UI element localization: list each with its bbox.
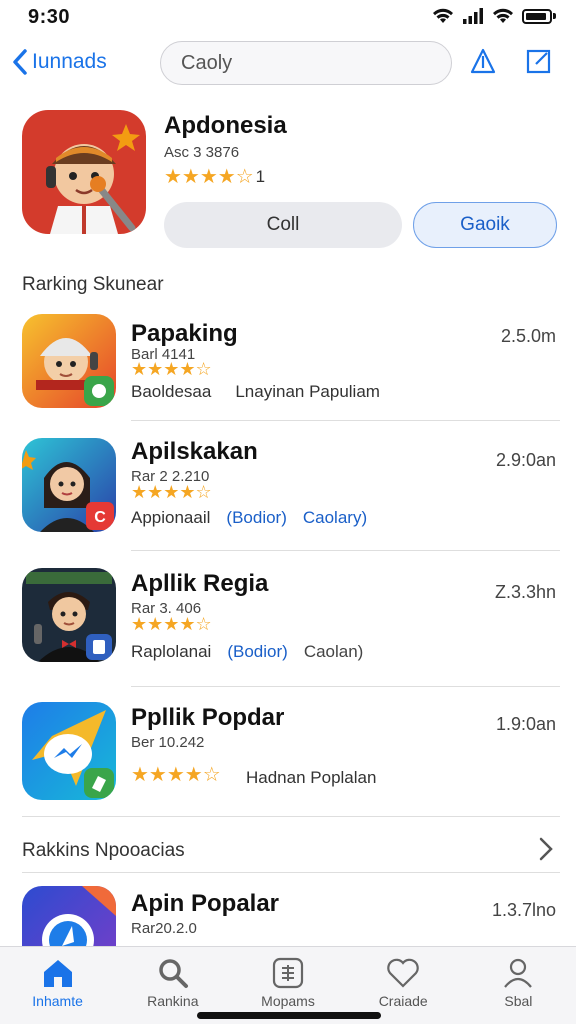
svg-text:C: C bbox=[94, 509, 106, 526]
see-all-button[interactable] bbox=[538, 836, 554, 867]
featured-app-icon[interactable] bbox=[22, 110, 146, 234]
rating-stars: ★★★★☆ bbox=[164, 166, 254, 188]
tab-home[interactable]: Inhamte bbox=[0, 947, 115, 1024]
tab-label: Inhamte bbox=[32, 993, 83, 1009]
divider bbox=[131, 420, 560, 421]
featured-secondary-button[interactable]: Coll bbox=[164, 202, 402, 248]
app-tag: Hadnan Poplalan bbox=[246, 768, 377, 787]
tab-label: Rankina bbox=[147, 993, 199, 1009]
list-item[interactable]: Apllik Regia Rar 3. 406 ★★★★☆ Raplolanai… bbox=[0, 568, 576, 680]
app-rating-stars: ★★★★☆ bbox=[131, 359, 212, 379]
app-tag: Appionaail bbox=[131, 508, 211, 527]
search-icon bbox=[159, 959, 188, 988]
cartoon-character-icon bbox=[22, 110, 146, 234]
divider bbox=[131, 686, 560, 687]
tab-label: Craiade bbox=[378, 993, 428, 1009]
app-rating-stars: ★★★★☆ bbox=[131, 764, 221, 786]
search-input[interactable] bbox=[181, 51, 446, 75]
section-title-ranking: Rarking Skunear bbox=[22, 274, 164, 295]
app-size: 1.3.7lno bbox=[491, 900, 556, 920]
featured-subtitle: Asc 3 3876 bbox=[164, 144, 240, 161]
chevron-left-icon bbox=[13, 49, 27, 75]
status-icons bbox=[432, 8, 556, 24]
messenger-bubble-icon bbox=[22, 702, 116, 800]
app-title: Apin Popalar bbox=[131, 890, 280, 917]
upload-icon bbox=[470, 48, 496, 74]
status-time: 9:30 bbox=[28, 6, 71, 28]
wifi-icon-secondary bbox=[493, 8, 513, 23]
featured-rating: ★★★★☆ 1 bbox=[164, 164, 265, 189]
app-tag-link[interactable]: Caolan) bbox=[304, 642, 364, 662]
app-title: Ppllik Popdar bbox=[131, 704, 285, 731]
battery-nub bbox=[553, 13, 556, 19]
app-tag-link[interactable]: (Bodior) bbox=[227, 642, 287, 662]
app-code: Rar20.2.0 bbox=[131, 920, 197, 937]
app-title: Apllik Regia bbox=[131, 570, 269, 597]
back-button[interactable]: Iunnads bbox=[10, 48, 107, 76]
app-tag: Lnayinan Papuliam bbox=[235, 382, 380, 401]
app-title: Papaking bbox=[131, 320, 238, 347]
chef-character-icon bbox=[22, 314, 116, 408]
app-size: Z.3.3hn bbox=[494, 582, 556, 602]
list-item[interactable]: Papaking Barl 4141 ★★★★☆ Baoldesaa Lnayi… bbox=[0, 312, 576, 420]
calculator-icon bbox=[272, 957, 304, 989]
app-icon bbox=[22, 886, 116, 946]
battery-icon bbox=[522, 8, 552, 24]
compass-app-icon bbox=[22, 886, 116, 946]
app-tags: Baoldesaa Lnayinan Papuliam bbox=[131, 382, 380, 402]
boy-character-icon bbox=[22, 568, 116, 662]
wifi-icon bbox=[433, 8, 453, 23]
list-item[interactable]: C Apilskakan Rar 2 2.210 ★★★★☆ Appionaai… bbox=[0, 436, 576, 548]
rating-suffix: 1 bbox=[255, 166, 266, 186]
cellular-signal-icon bbox=[463, 8, 483, 24]
app-size: 2.9:0an bbox=[495, 450, 556, 470]
app-tag-link[interactable]: Caolary) bbox=[303, 508, 367, 528]
chevron-right-icon bbox=[539, 837, 553, 861]
section-title-recommendations: Rakkins Npooacias bbox=[22, 840, 185, 861]
compose-icon bbox=[526, 49, 551, 74]
tab-label: Sbal bbox=[504, 993, 533, 1009]
girl-character-icon: C bbox=[22, 438, 116, 532]
app-tag: Baoldesaa bbox=[131, 382, 212, 401]
heart-icon bbox=[387, 958, 419, 988]
divider bbox=[131, 550, 560, 551]
app-icon bbox=[22, 702, 116, 800]
featured-primary-button[interactable]: Gaoik bbox=[413, 202, 557, 248]
search-box[interactable] bbox=[160, 41, 452, 85]
app-size: 1.9:0an bbox=[495, 714, 556, 734]
tab-label: Mopams bbox=[261, 993, 315, 1009]
divider bbox=[22, 816, 560, 817]
app-size: 2.5.0m bbox=[500, 326, 556, 346]
person-icon bbox=[504, 958, 533, 988]
divider bbox=[22, 872, 560, 873]
app-tag-link[interactable]: (Bodior) bbox=[226, 508, 286, 528]
tab-profile[interactable]: Sbal bbox=[461, 947, 576, 1024]
app-icon bbox=[22, 314, 116, 408]
app-icon: C bbox=[22, 438, 116, 532]
upload-button[interactable] bbox=[466, 44, 500, 78]
app-title: Apilskakan bbox=[131, 438, 258, 465]
status-bar: 9:30 bbox=[0, 0, 576, 34]
list-item[interactable]: Apin Popalar Rar20.2.0 1.3.7lno bbox=[0, 886, 576, 946]
app-tag: Raplolanai bbox=[131, 642, 212, 661]
app-tags: Appionaail (Bodior) Caolary) bbox=[131, 508, 367, 528]
app-tags: Hadnan Poplalan bbox=[246, 768, 376, 788]
app-icon bbox=[22, 568, 116, 662]
app-rating-stars: ★★★★☆ bbox=[131, 482, 212, 502]
app-tags: Raplolanai (Bodior) Caolan) bbox=[131, 642, 363, 662]
home-indicator bbox=[197, 1012, 381, 1019]
home-icon bbox=[43, 960, 72, 987]
list-item[interactable]: Ppllik Popdar Ber 10.242 ★★★★☆ Hadnan Po… bbox=[0, 702, 576, 814]
back-label: Iunnads bbox=[32, 50, 107, 73]
app-rating-stars: ★★★★☆ bbox=[131, 614, 212, 634]
compose-button[interactable] bbox=[522, 44, 556, 78]
featured-app: Apdonesia Asc 3 3876 ★★★★☆ 1 Coll Gaoik bbox=[0, 104, 576, 254]
nav-row: Iunnads bbox=[0, 38, 576, 90]
app-code: Ber 10.242 bbox=[131, 734, 205, 751]
featured-title: Apdonesia bbox=[164, 112, 287, 139]
